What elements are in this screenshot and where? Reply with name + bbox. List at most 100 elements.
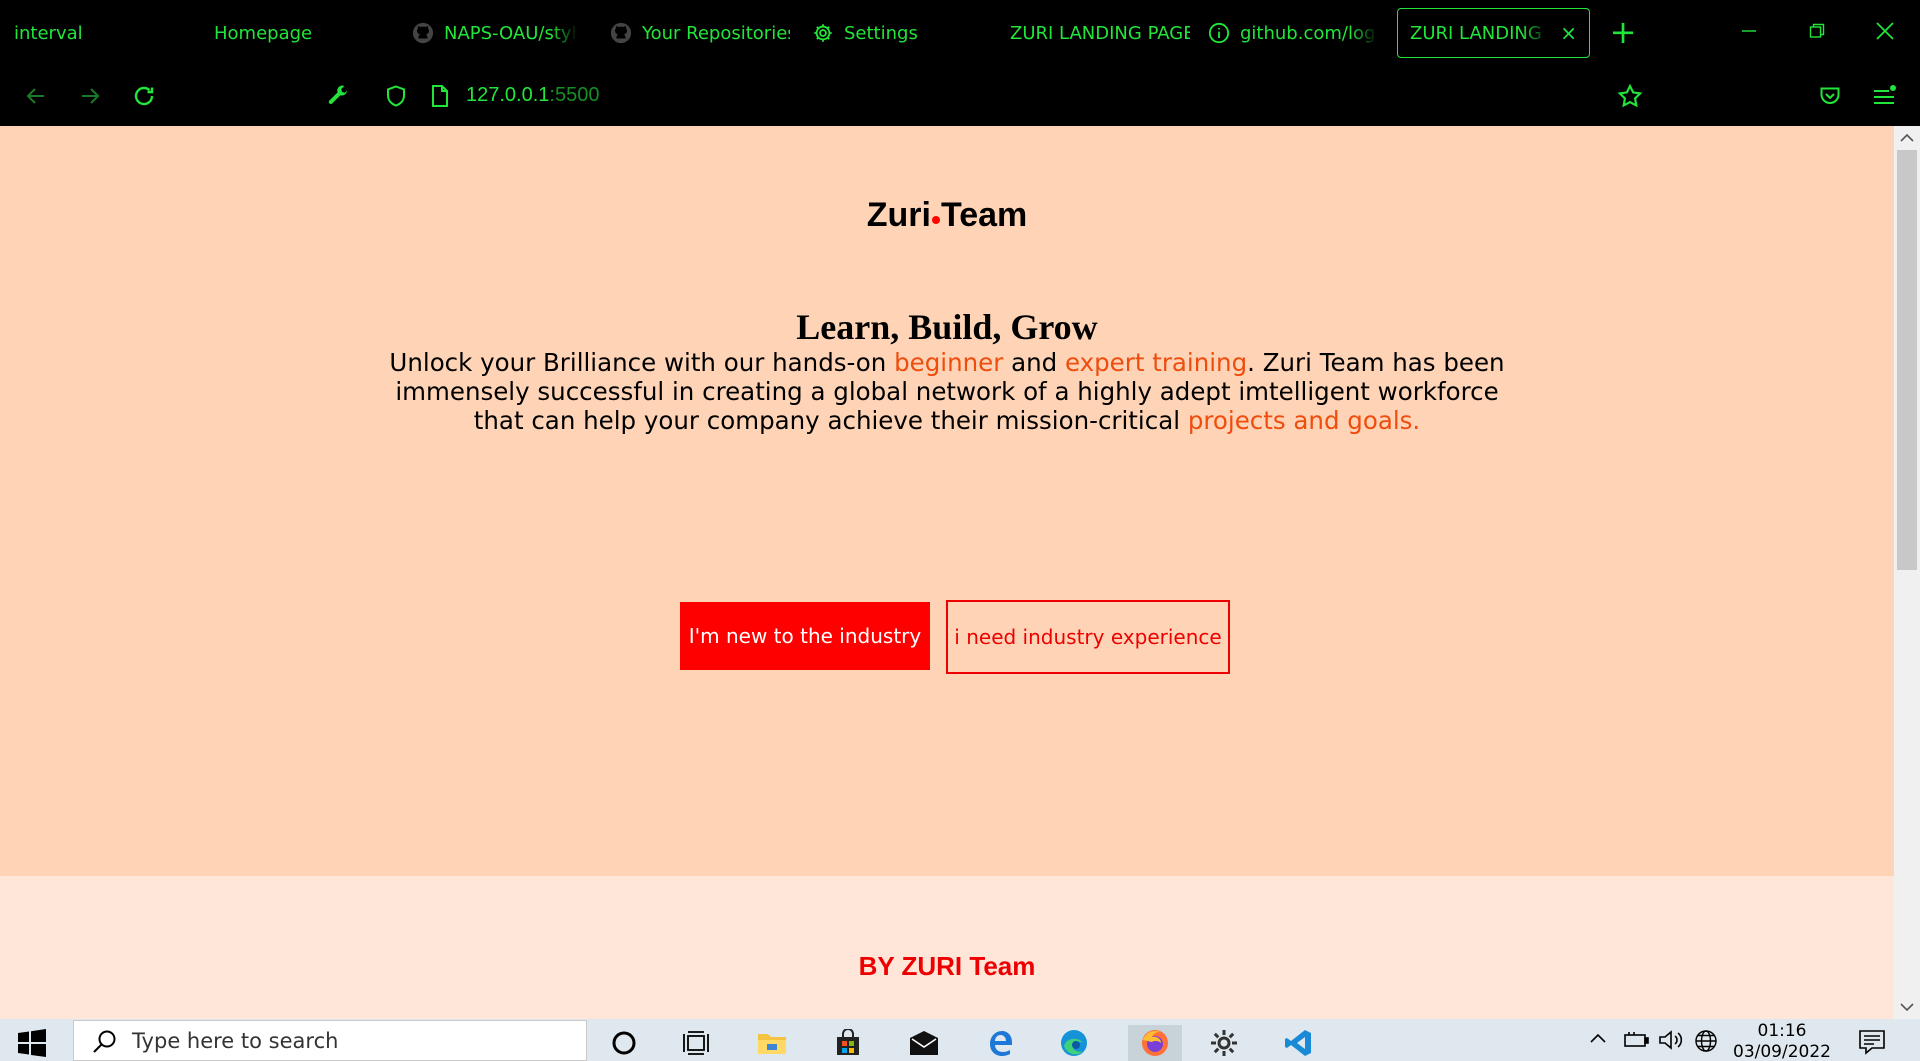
show-hidden-icons-button[interactable] [1588, 1029, 1608, 1053]
search-placeholder: Type here to search [132, 1028, 339, 1053]
tab-close-icon[interactable]: × [1560, 23, 1577, 43]
tab-label: Your Repositories [642, 22, 790, 44]
page-icon [432, 85, 448, 107]
battery-icon [1624, 1032, 1649, 1047]
hamburger-menu-icon [1874, 85, 1896, 104]
chevron-up-icon [1900, 133, 1914, 142]
task-view-icon [683, 1031, 709, 1055]
scroll-down-button[interactable] [1894, 995, 1920, 1019]
gear-icon [1211, 1030, 1237, 1056]
github-icon [412, 22, 434, 44]
github-icon [610, 22, 632, 44]
action-center-button[interactable] [1858, 1029, 1886, 1059]
back-button[interactable] [20, 80, 52, 112]
logo-text-zuri: Zuri [866, 196, 931, 234]
tab-label: NAPS-OAU/style [444, 22, 578, 44]
speaker-icon [1659, 1030, 1683, 1050]
pocket-button[interactable] [1814, 80, 1846, 112]
tab-your-repositories[interactable]: Your Repositories [610, 8, 790, 58]
tab-label: Settings [844, 22, 918, 44]
new-to-industry-button[interactable]: I'm new to the industry [680, 602, 930, 670]
forward-button[interactable] [74, 80, 106, 112]
app-menu-button[interactable] [1868, 80, 1900, 112]
hero-section: Zuri Team Learn, Build, Grow Unlock your … [0, 126, 1894, 876]
edge-legacy-icon [990, 1031, 1012, 1056]
arrow-right-icon [82, 88, 100, 104]
intro-text: Unlock your Brilliance with our hands-on [389, 348, 895, 377]
tab-label: github.com/login [1240, 22, 1378, 44]
volume-control[interactable] [1658, 1029, 1684, 1055]
settings-app-button[interactable] [1204, 1025, 1244, 1061]
intro-highlight-expert-training: expert training [1064, 348, 1248, 377]
mail-icon [910, 1031, 938, 1055]
tab-strip: interval Homepage NAPS-OAU/style Your Re… [0, 0, 1920, 64]
scrollbar-thumb[interactable] [1897, 150, 1917, 570]
battery-status[interactable] [1622, 1029, 1650, 1053]
search-icon [93, 1030, 116, 1053]
page-info-button[interactable] [424, 80, 456, 112]
windows-logo-icon [18, 1029, 46, 1057]
reload-button[interactable] [128, 80, 160, 112]
info-icon [1208, 22, 1230, 44]
minimize-button[interactable] [1734, 16, 1764, 46]
tab-zuri-landing-page-active[interactable]: ZURI LANDING PAGE × [1397, 8, 1590, 58]
intro-text: and [1003, 348, 1065, 377]
tab-homepage[interactable]: Homepage [214, 8, 374, 58]
page-scrollbar[interactable] [1894, 126, 1920, 1019]
tab-label: ZURI LANDING PAGE [1010, 22, 1190, 44]
site-logo[interactable]: Zuri Team [0, 196, 1894, 235]
edge-button[interactable] [1054, 1025, 1094, 1061]
network-status[interactable] [1694, 1029, 1718, 1057]
wrench-icon [328, 85, 347, 104]
devtools-button[interactable] [322, 80, 354, 112]
scroll-up-button[interactable] [1894, 126, 1920, 150]
cortana-button[interactable] [604, 1025, 644, 1061]
tab-label: interval [14, 22, 83, 44]
minimize-icon [1742, 30, 1756, 32]
hero-description: Unlock your Brilliance with our hands-on… [380, 348, 1514, 435]
clock-date: 03/09/2022 [1733, 1042, 1831, 1061]
gear-icon [814, 24, 832, 42]
microsoft-store-button[interactable] [828, 1025, 868, 1061]
taskbar-search-box[interactable]: Type here to search [73, 1020, 587, 1061]
mail-button[interactable] [904, 1025, 944, 1061]
tab-zuri-landing-page[interactable]: ZURI LANDING PAGE [1010, 8, 1190, 58]
reload-icon [134, 86, 154, 106]
file-explorer-button[interactable] [752, 1025, 792, 1061]
hero-headline: Learn, Build, Grow [796, 307, 1098, 347]
store-icon [837, 1029, 859, 1055]
tab-settings[interactable]: Settings [812, 8, 962, 58]
shield-icon [387, 85, 405, 107]
task-view-button[interactable] [676, 1025, 716, 1061]
intro-highlight-projects-goals: projects and goals. [1187, 406, 1421, 435]
vscode-button[interactable] [1278, 1025, 1318, 1061]
windows-taskbar: Type here to search 01:16 03/09/2022 [0, 1019, 1920, 1061]
pocket-icon [1820, 87, 1840, 104]
taskbar-clock[interactable]: 01:16 03/09/2022 [1716, 1021, 1848, 1061]
start-button[interactable] [18, 1029, 46, 1061]
tab-github-login[interactable]: github.com/login [1208, 8, 1378, 58]
logo-text-team: Team [940, 196, 1028, 234]
new-tab-button[interactable]: + [1608, 14, 1638, 54]
bookmark-star-button[interactable] [1614, 80, 1646, 112]
tab-label: Homepage [214, 22, 313, 44]
firefox-icon [1142, 1030, 1168, 1056]
clock-time: 01:16 [1757, 1021, 1807, 1041]
close-window-button[interactable] [1870, 16, 1900, 46]
intro-highlight-beginner: beginner [894, 348, 1004, 377]
close-icon [1876, 22, 1894, 40]
notification-icon [1859, 1030, 1885, 1055]
firefox-button[interactable] [1128, 1025, 1182, 1061]
restore-button[interactable] [1802, 16, 1832, 46]
tab-naps-oau[interactable]: NAPS-OAU/style [412, 8, 578, 58]
tab-interval[interactable]: interval [14, 8, 194, 58]
chevron-up-icon [1590, 1033, 1606, 1043]
cortana-icon [612, 1031, 636, 1055]
vscode-icon [1285, 1030, 1311, 1056]
url-bar[interactable]: 127.0.0.1:5500 [466, 84, 599, 107]
star-icon [1617, 83, 1643, 108]
tracking-protection-button[interactable] [380, 80, 412, 112]
web-page: Zuri Team Learn, Build, Grow Unlock your … [0, 126, 1894, 1019]
edge-legacy-button[interactable] [980, 1025, 1020, 1061]
need-experience-button[interactable]: i need industry experience [946, 600, 1230, 674]
